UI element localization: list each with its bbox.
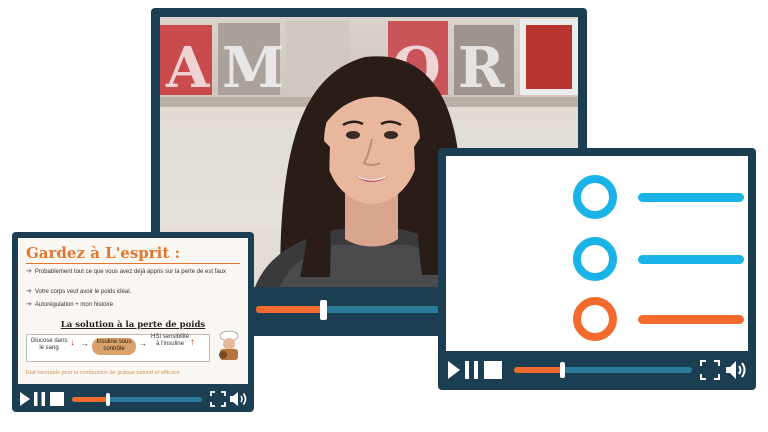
list-item-2-bar bbox=[638, 255, 744, 264]
chef-illustration-icon bbox=[219, 330, 239, 360]
list-item-3-circle-icon bbox=[573, 297, 617, 341]
slide-frame[interactable]: Gardez à L'esprit : ➔ Probablement tout … bbox=[18, 238, 248, 384]
main-seek-progress bbox=[256, 306, 327, 313]
down-arrow-icon: ↓ bbox=[70, 337, 75, 348]
slide-seek-handle[interactable] bbox=[106, 393, 110, 406]
right-arrow-icon: → bbox=[139, 339, 147, 348]
pause-icon[interactable] bbox=[465, 361, 478, 379]
arrow-icon: ➔ bbox=[26, 268, 32, 275]
up-arrow-icon: ↑ bbox=[190, 337, 195, 348]
play-icon[interactable] bbox=[20, 392, 30, 406]
slide-seek-progress bbox=[72, 397, 108, 402]
slide-bullet-1: ➔ Probablement tout ce que vous avez déj… bbox=[26, 268, 226, 275]
volume-icon[interactable] bbox=[229, 391, 249, 407]
arrow-icon: ➔ bbox=[26, 288, 32, 295]
list-seek-bar[interactable] bbox=[514, 367, 692, 373]
stop-icon[interactable] bbox=[484, 361, 502, 379]
play-icon[interactable] bbox=[448, 361, 460, 379]
list-seek-handle[interactable] bbox=[560, 362, 565, 378]
right-arrow-icon: → bbox=[81, 339, 89, 348]
list-item-2-circle-icon bbox=[573, 237, 617, 281]
list-player bbox=[438, 148, 756, 390]
slide-footer: Etat favorable pour la combustion de gra… bbox=[26, 370, 180, 376]
list-item-1-bar bbox=[638, 193, 744, 202]
svg-text:R: R bbox=[458, 35, 505, 101]
diagram-right-label: HSI sensibilité à l'insuline bbox=[150, 334, 189, 347]
diagram-left-label: Glucose dans le sang bbox=[30, 338, 68, 351]
svg-text:M: M bbox=[222, 35, 284, 101]
stop-icon[interactable] bbox=[50, 392, 64, 406]
slide-seek-bar[interactable] bbox=[72, 397, 202, 402]
arrow-icon: ➔ bbox=[26, 301, 32, 308]
diagram-middle-pill: Insuline sous contrôle bbox=[92, 338, 136, 355]
fullscreen-icon[interactable] bbox=[700, 360, 720, 380]
main-seek-handle[interactable] bbox=[320, 300, 327, 320]
pause-icon[interactable] bbox=[34, 392, 45, 406]
slide-bullet-3: ➔ Autorégulation + mon histoire bbox=[26, 301, 114, 308]
fullscreen-icon[interactable] bbox=[210, 391, 226, 407]
list-item-3-bar bbox=[638, 315, 744, 324]
list-seek-progress bbox=[514, 367, 563, 373]
svg-text:A: A bbox=[165, 35, 211, 101]
slide-title: Gardez à L'esprit : bbox=[26, 244, 181, 262]
list-item-1-circle-icon bbox=[573, 175, 617, 219]
volume-icon[interactable] bbox=[725, 360, 749, 380]
slide-title-underline bbox=[26, 263, 240, 264]
slide-player: Gardez à L'esprit : ➔ Probablement tout … bbox=[12, 232, 254, 412]
list-frame bbox=[446, 156, 748, 351]
slide-subtitle: La solution à la perte de poids bbox=[60, 320, 206, 330]
slide-bullet-2: ➔ Votre corps veut avoir le poids idéal. bbox=[26, 288, 132, 295]
